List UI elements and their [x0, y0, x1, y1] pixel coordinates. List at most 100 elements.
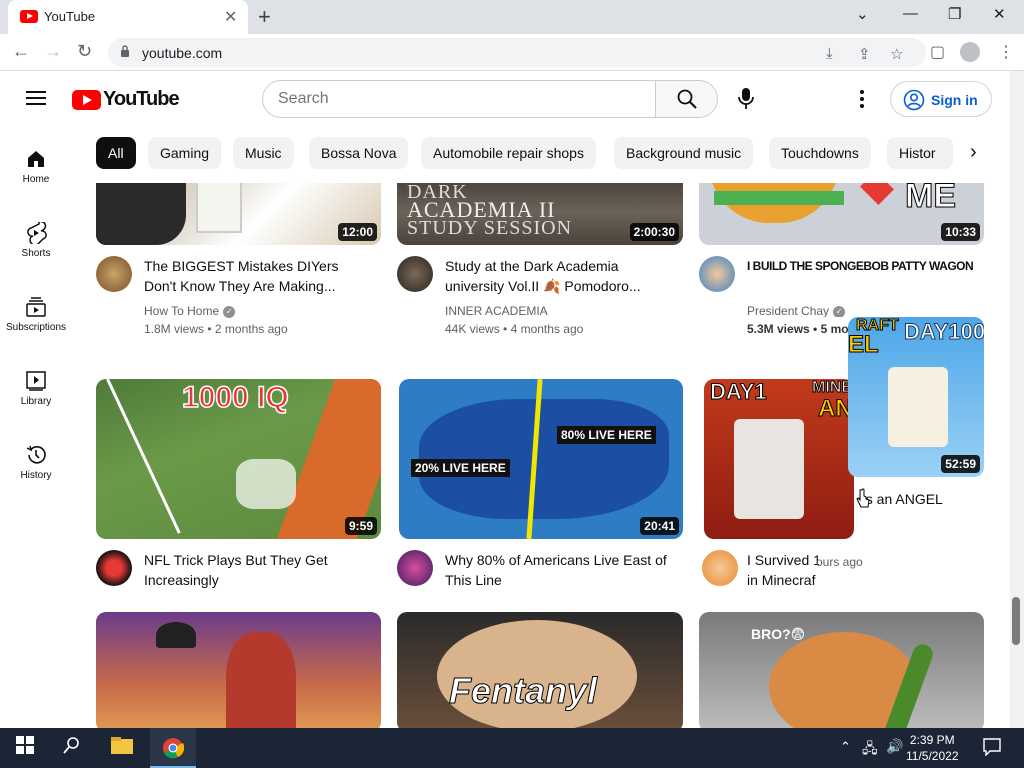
profile-avatar-icon[interactable]	[960, 42, 980, 62]
system-clock[interactable]: 2:39 PM 11/5/2022	[906, 732, 959, 764]
reload-icon[interactable]: ↻	[77, 41, 92, 62]
outlet-shape	[196, 183, 242, 233]
youtube-header: YouTube Sign in	[0, 71, 1024, 127]
logo-text: YouTube	[103, 88, 180, 110]
install-app-icon[interactable]: ⤓	[826, 45, 833, 62]
thumbnail-text: 80% LIVE HERE	[557, 426, 656, 444]
video-thumbnail[interactable]: ME 10:33	[699, 183, 984, 245]
sidebar-item-home[interactable]: Home	[0, 148, 72, 185]
video-thumbnail[interactable]: Fentanyl	[397, 612, 683, 728]
side-panel-icon[interactable]: ▢	[930, 42, 945, 62]
video-title[interactable]: The BIGGEST Mistakes DIYers Don't Know T…	[144, 256, 372, 296]
taskbar-search-icon[interactable]	[63, 736, 81, 754]
video-title[interactable]: I BUILD THE SPONGEBOB PATTY WAGON	[747, 256, 975, 276]
video-meta: 5.3M views • 5 mo	[747, 322, 849, 336]
video-meta: ours ago	[816, 555, 863, 569]
channel-avatar[interactable]	[96, 550, 132, 586]
heart-shape	[860, 183, 894, 205]
verified-icon: ✓	[223, 305, 236, 318]
hand-cursor-icon	[856, 488, 870, 508]
video-thumbnail[interactable]: 1000 IQ 9:59	[96, 379, 381, 539]
video-duration: 10:33	[941, 223, 980, 241]
youtube-logo[interactable]: YouTube	[72, 88, 180, 111]
chip-gaming[interactable]: Gaming	[148, 137, 222, 169]
search-box	[262, 80, 656, 118]
chip-all[interactable]: All	[96, 137, 136, 169]
new-tab-icon[interactable]: +	[258, 4, 271, 30]
close-tab-icon[interactable]: ✕	[224, 7, 237, 27]
channel-name[interactable]: INNER ACADEMIA	[445, 302, 548, 320]
home-icon	[28, 151, 44, 167]
youtube-play-icon	[72, 89, 101, 110]
settings-kebab-icon[interactable]	[852, 88, 872, 110]
sign-in-button[interactable]: Sign in	[890, 81, 992, 117]
video-thumbnail[interactable]: DARK ACADEMIA II STUDY SESSION 2:00:30	[397, 183, 683, 245]
address-bar-row: ← → ↻ youtube.com ⤓ ⇪ ☆	[0, 34, 1024, 71]
chip-bossa-nova[interactable]: Bossa Nova	[309, 137, 409, 169]
video-thumbnail[interactable]	[96, 612, 381, 728]
video-grid: 12:00 DARK ACADEMIA II STUDY SESSION 2:0…	[0, 183, 1010, 728]
close-window-icon[interactable]: ✕	[993, 5, 1006, 23]
tab-search-icon[interactable]: ⌄	[856, 5, 869, 23]
chip-background-music[interactable]: Background music	[614, 137, 754, 169]
forward-icon[interactable]: →	[44, 41, 62, 62]
channel-name[interactable]: How To Home ✓	[144, 302, 236, 320]
restore-icon[interactable]: ❐	[948, 5, 961, 23]
video-title[interactable]: Study at the Dark Academia university Vo…	[445, 256, 673, 296]
back-icon[interactable]: ←	[12, 41, 30, 62]
video-thumbnail[interactable]: DAY1 MINECR ANGE	[704, 379, 854, 539]
channel-avatar[interactable]	[397, 550, 433, 586]
network-icon[interactable]: 🖧	[862, 738, 878, 762]
browser-tab[interactable]: YouTube ✕	[8, 0, 248, 34]
players-shape	[236, 459, 296, 509]
chip-music[interactable]: Music	[233, 137, 294, 169]
video-thumbnail[interactable]: BRO?😨	[699, 612, 984, 728]
chrome-menu-icon[interactable]: ⋮	[998, 42, 1014, 62]
minecraft-character	[888, 367, 948, 447]
channel-avatar[interactable]	[699, 256, 735, 292]
thumbnail-endzone	[276, 379, 381, 539]
thumbnail-text: 20% LIVE HERE	[411, 459, 510, 477]
filter-chips-bar: All Gaming Music Bossa Nova Automobile r…	[96, 137, 996, 171]
video-duration: 12:00	[338, 223, 377, 241]
file-explorer-icon[interactable]	[110, 736, 134, 756]
video-duration: 2:00:30	[629, 223, 679, 241]
sign-in-label: Sign in	[931, 92, 978, 108]
hamburger-menu-icon[interactable]	[26, 91, 46, 105]
thumbnail-text: ME	[905, 183, 957, 216]
video-title[interactable]: I Survived 100in Minecraf	[747, 550, 819, 590]
chip-automobile-repair-shops[interactable]: Automobile repair shops	[421, 137, 596, 169]
chip-touchdowns[interactable]: Touchdowns	[769, 137, 871, 169]
channel-avatar[interactable]	[702, 550, 738, 586]
thumbnail-text: DAY1	[710, 379, 768, 405]
thumbnail-person	[96, 183, 186, 245]
chevron-up-icon[interactable]: ⌃	[840, 739, 851, 755]
lock-icon[interactable]	[120, 45, 130, 57]
voice-search-button[interactable]	[727, 80, 765, 118]
girl-hair-shape	[226, 632, 296, 728]
volume-icon[interactable]: 🔊	[886, 738, 903, 755]
video-duration: 20:41	[640, 517, 679, 535]
microphone-icon	[738, 88, 754, 109]
chevron-right-icon[interactable]: ›	[970, 141, 977, 164]
share-icon[interactable]: ⇪	[858, 45, 871, 63]
video-title[interactable]: Why 80% of Americans Live East of This L…	[445, 550, 673, 590]
omnibox[interactable]: youtube.com ⤓ ⇪ ☆	[108, 38, 926, 67]
video-title[interactable]: as an ANGEL	[858, 489, 1010, 509]
notifications-icon[interactable]	[983, 738, 1001, 756]
search-button[interactable]	[655, 80, 718, 118]
channel-avatar[interactable]	[397, 256, 433, 292]
bookmark-star-icon[interactable]: ☆	[890, 45, 903, 63]
video-thumbnail[interactable]: 12:00	[96, 183, 381, 245]
channel-avatar[interactable]	[96, 256, 132, 292]
windows-start-icon[interactable]	[16, 736, 34, 754]
windows-taskbar: ⌃ 🖧 🔊 2:39 PM 11/5/2022	[0, 728, 1024, 768]
search-input[interactable]	[263, 81, 623, 117]
chip-history[interactable]: Histor	[887, 137, 953, 169]
scrollbar-thumb[interactable]	[1012, 597, 1020, 645]
video-title[interactable]: NFL Trick Plays But They Get Increasingl…	[144, 550, 372, 590]
video-thumbnail[interactable]: RAFT EL DAY100 52:59	[848, 317, 984, 477]
video-thumbnail[interactable]: 20% LIVE HERE 80% LIVE HERE 20:41	[399, 379, 683, 539]
chrome-taskbar-button[interactable]	[150, 728, 196, 768]
minimize-icon[interactable]: —	[903, 5, 918, 22]
